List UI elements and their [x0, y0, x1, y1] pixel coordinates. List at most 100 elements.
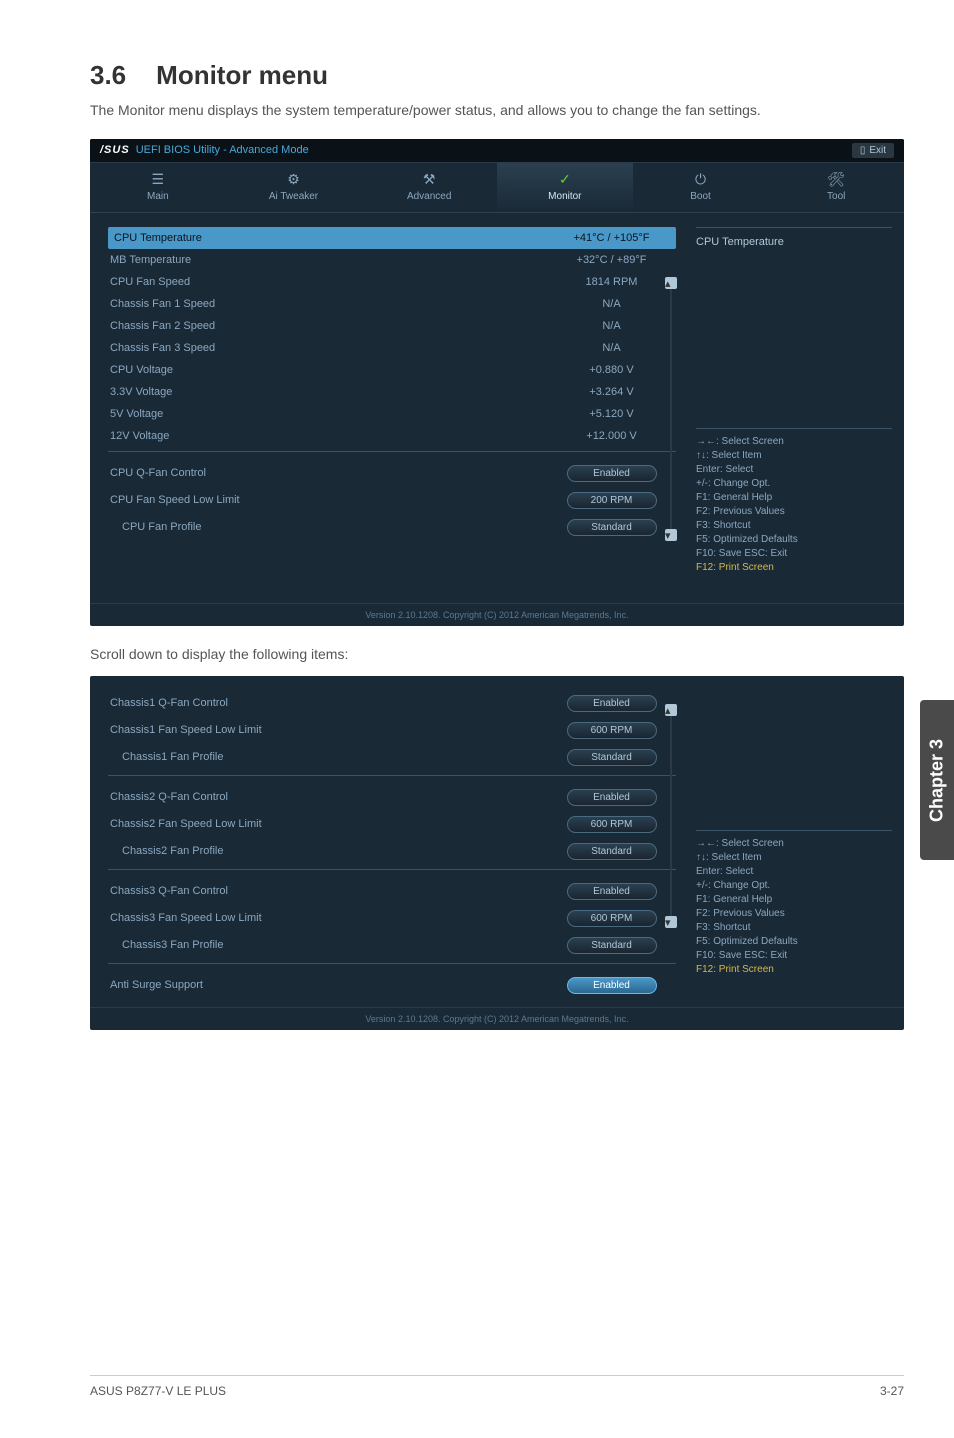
row-5v-voltage[interactable]: 5V Voltage +5.120 V [108, 403, 676, 425]
5v-voltage-value: +5.120 V [549, 408, 674, 420]
row-chassis2-fan-profile[interactable]: Chassis2 Fan Profile Standard [108, 838, 676, 865]
help-f12: F12: Print Screen [696, 561, 892, 575]
cpu-fan-speed-value: 1814 RPM [549, 276, 674, 288]
chassis1-fan-speed-low-limit-value[interactable]: 600 RPM [567, 722, 657, 739]
row-chassis2-fan-speed-low-limit[interactable]: Chassis2 Fan Speed Low Limit 600 RPM [108, 811, 676, 838]
tabs-row: ☰ Main ⚙ Ai Tweaker ⚒ Advanced ✓ Monitor… [90, 163, 904, 213]
cpu-temperature-label: CPU Temperature [114, 232, 549, 244]
chassis2-fan-speed-low-limit-label: Chassis2 Fan Speed Low Limit [110, 818, 549, 830]
mb-temperature-label: MB Temperature [110, 254, 549, 266]
help-f5: F5: Optimized Defaults [696, 935, 892, 949]
chassis3-fan-speed-low-limit-value[interactable]: 600 RPM [567, 910, 657, 927]
row-cpu-temperature[interactable]: CPU Temperature +41°C / +105°F [108, 227, 676, 249]
chassis3-fan-profile-value[interactable]: Standard [567, 937, 657, 954]
bios-footer-2: Version 2.10.1208. Copyright (C) 2012 Am… [90, 1007, 904, 1030]
row-chassis-fan-3-speed[interactable]: Chassis Fan 3 Speed N/A [108, 337, 676, 359]
chassis2-q-fan-control-value[interactable]: Enabled [567, 789, 657, 806]
cpu-q-fan-control-label: CPU Q-Fan Control [110, 467, 549, 479]
chassis2-fan-profile-label: Chassis2 Fan Profile [122, 845, 549, 857]
gear-icon: ⚙ [287, 171, 300, 187]
row-chassis1-fan-speed-low-limit[interactable]: Chassis1 Fan Speed Low Limit 600 RPM [108, 717, 676, 744]
cpu-fan-profile-value[interactable]: Standard [567, 519, 657, 536]
section-title: 3.6Monitor menu [90, 60, 904, 91]
scroll-down-icon[interactable]: ▾ [665, 916, 677, 928]
anti-surge-support-value[interactable]: Enabled [567, 977, 657, 994]
help-f5: F5: Optimized Defaults [696, 533, 892, 547]
row-anti-surge-support[interactable]: Anti Surge Support Enabled [108, 972, 676, 999]
divider [696, 830, 892, 831]
row-chassis2-q-fan-control[interactable]: Chassis2 Q-Fan Control Enabled [108, 784, 676, 811]
help-f1: F1: General Help [696, 491, 892, 505]
main-icon: ☰ [152, 171, 165, 187]
exit-button[interactable]: ▯ Exit [852, 143, 894, 158]
bios-left-panel: CPU Temperature +41°C / +105°F MB Temper… [90, 213, 684, 603]
chassis1-fan-profile-label: Chassis1 Fan Profile [122, 751, 549, 763]
3v-voltage-value: +3.264 V [549, 386, 674, 398]
help-change-opt: +/-: Change Opt. [696, 477, 892, 491]
scrollbar[interactable]: ▴ ▾ [670, 706, 672, 926]
row-cpu-fan-speed-low-limit[interactable]: CPU Fan Speed Low Limit 200 RPM [108, 487, 676, 514]
bios-header: /SUS UEFI BIOS Utility - Advanced Mode ▯… [90, 139, 904, 163]
scrollbar[interactable]: ▴ ▾ [670, 279, 672, 539]
chassis2-q-fan-control-label: Chassis2 Q-Fan Control [110, 791, 549, 803]
divider [108, 775, 676, 776]
tab-ai-tweaker[interactable]: ⚙ Ai Tweaker [226, 163, 362, 212]
bios-right-panel: CPU Temperature →←: Select Screen ↑↓: Se… [684, 213, 904, 603]
12v-voltage-value: +12.000 V [549, 430, 674, 442]
row-chassis3-fan-speed-low-limit[interactable]: Chassis3 Fan Speed Low Limit 600 RPM [108, 905, 676, 932]
chapter-tab: Chapter 3 [920, 700, 954, 860]
scroll-up-icon[interactable]: ▴ [665, 277, 677, 289]
divider [108, 869, 676, 870]
row-cpu-voltage[interactable]: CPU Voltage +0.880 V [108, 359, 676, 381]
exit-label: Exit [869, 145, 886, 156]
chassis2-fan-profile-value[interactable]: Standard [567, 843, 657, 860]
row-chassis-fan-1-speed[interactable]: Chassis Fan 1 Speed N/A [108, 293, 676, 315]
chassis2-fan-speed-low-limit-value[interactable]: 600 RPM [567, 816, 657, 833]
cpu-q-fan-control-value[interactable]: Enabled [567, 465, 657, 482]
chassis3-q-fan-control-label: Chassis3 Q-Fan Control [110, 885, 549, 897]
tab-advanced[interactable]: ⚒ Advanced [361, 163, 497, 212]
row-cpu-q-fan-control[interactable]: CPU Q-Fan Control Enabled [108, 460, 676, 487]
row-chassis3-q-fan-control[interactable]: Chassis3 Q-Fan Control Enabled [108, 878, 676, 905]
row-cpu-fan-speed[interactable]: CPU Fan Speed 1814 RPM [108, 271, 676, 293]
row-cpu-fan-profile[interactable]: CPU Fan Profile Standard [108, 514, 676, 541]
tab-ai-tweaker-label: Ai Tweaker [269, 191, 318, 202]
row-3v-voltage[interactable]: 3.3V Voltage +3.264 V [108, 381, 676, 403]
tab-monitor[interactable]: ✓ Monitor [497, 163, 633, 212]
row-mb-temperature[interactable]: MB Temperature +32°C / +89°F [108, 249, 676, 271]
anti-surge-support-label: Anti Surge Support [110, 979, 549, 991]
tab-tool-label: Tool [827, 191, 845, 202]
page-footer: ASUS P8Z77-V LE PLUS 3-27 [90, 1375, 904, 1398]
tab-main[interactable]: ☰ Main [90, 163, 226, 212]
help-enter: Enter: Select [696, 865, 892, 879]
3v-voltage-label: 3.3V Voltage [110, 386, 549, 398]
scroll-down-icon[interactable]: ▾ [665, 529, 677, 541]
chassis3-q-fan-control-value[interactable]: Enabled [567, 883, 657, 900]
help-select-item: ↑↓: Select Item [696, 449, 892, 463]
cpu-fan-profile-label: CPU Fan Profile [122, 521, 549, 533]
power-icon: ⏻ [695, 171, 706, 187]
row-chassis1-fan-profile[interactable]: Chassis1 Fan Profile Standard [108, 744, 676, 771]
cpu-fan-speed-label: CPU Fan Speed [110, 276, 549, 288]
cpu-fan-speed-low-limit-value[interactable]: 200 RPM [567, 492, 657, 509]
divider [108, 451, 676, 452]
row-12v-voltage[interactable]: 12V Voltage +12.000 V [108, 425, 676, 447]
chassis1-fan-profile-value[interactable]: Standard [567, 749, 657, 766]
row-chassis3-fan-profile[interactable]: Chassis3 Fan Profile Standard [108, 932, 676, 959]
tab-tool[interactable]: 🛠 Tool [768, 163, 904, 212]
scroll-up-icon[interactable]: ▴ [665, 704, 677, 716]
monitor-icon: ✓ [559, 171, 571, 187]
help-change-opt: +/-: Change Opt. [696, 879, 892, 893]
chassis1-q-fan-control-value[interactable]: Enabled [567, 695, 657, 712]
help-f1: F1: General Help [696, 893, 892, 907]
row-chassis-fan-2-speed[interactable]: Chassis Fan 2 Speed N/A [108, 315, 676, 337]
help-f2: F2: Previous Values [696, 907, 892, 921]
tab-boot[interactable]: ⏻ Boot [633, 163, 769, 212]
row-chassis1-q-fan-control[interactable]: Chassis1 Q-Fan Control Enabled [108, 690, 676, 717]
tab-boot-label: Boot [690, 191, 711, 202]
help-title: CPU Temperature [696, 236, 892, 248]
help-select-screen: →←: Select Screen [696, 435, 892, 449]
chassis3-fan-speed-low-limit-label: Chassis3 Fan Speed Low Limit [110, 912, 549, 924]
chassis-fan-3-speed-label: Chassis Fan 3 Speed [110, 342, 549, 354]
bios-panel-secondary: Chassis1 Q-Fan Control Enabled Chassis1 … [90, 676, 904, 1030]
